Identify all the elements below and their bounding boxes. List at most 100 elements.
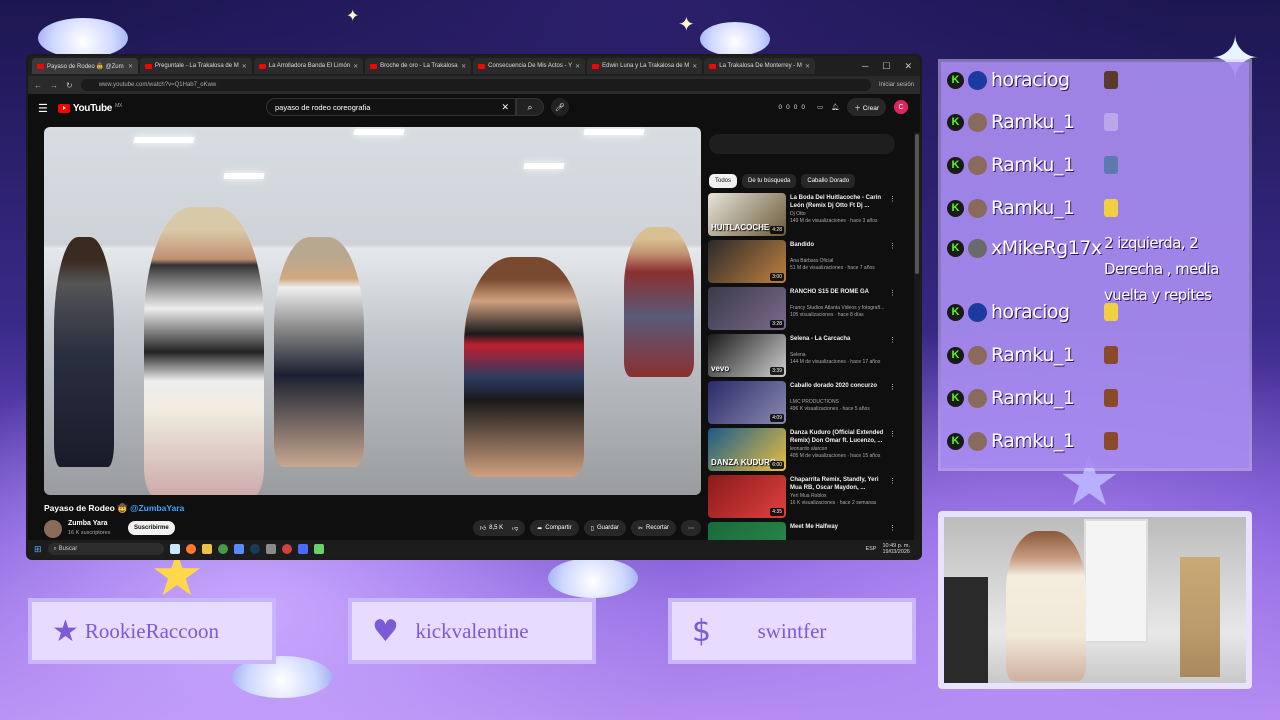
chat-username[interactable]: Ramku_1 — [991, 111, 1075, 133]
language-indicator[interactable]: ESP — [865, 546, 876, 552]
back-icon[interactable]: ← — [34, 81, 42, 90]
clip-button[interactable]: ✂ Recortar — [630, 520, 676, 536]
recommendation-channel[interactable]: Yeri Mua Roblox — [790, 493, 894, 500]
more-vert-icon[interactable]: ⋮ — [889, 195, 896, 203]
windows-start-icon[interactable]: ⊞ — [34, 544, 42, 555]
more-vert-icon[interactable]: ⋮ — [889, 383, 896, 391]
recommendation-title[interactable]: Chaparrita Remix, Standly, Yeri Mua RB, … — [790, 476, 888, 492]
close-tab-icon[interactable]: ✕ — [575, 63, 580, 70]
chat-username[interactable]: Ramku_1 — [991, 154, 1075, 176]
recommendation-channel[interactable]: Ana Bárbara Oficial — [790, 258, 894, 265]
channel-avatar[interactable] — [44, 520, 62, 538]
more-vert-icon[interactable]: ⋮ — [889, 336, 896, 344]
chrome-icon[interactable] — [281, 544, 292, 554]
recommendation-item[interactable]: vevo 3:39 Selena - La Carcacha Selena 144 M … — [708, 334, 898, 381]
url-field[interactable]: www.youtube.com/watch?v=Q1Hab7_oKww — [80, 79, 871, 91]
filter-chip[interactable]: Todos — [709, 174, 738, 188]
clock[interactable]: 10:49 p. m. 19/03/2026 — [882, 543, 910, 555]
browser-tab[interactable]: Payaso de Rodeo 🤠 @Zum ✕ — [32, 58, 138, 74]
browser-tab[interactable]: La Trakalosa De Monterrey - M ✕ — [704, 58, 815, 74]
create-button[interactable]: ＋ Crear — [847, 98, 886, 116]
close-tab-icon[interactable]: ✕ — [692, 63, 697, 70]
recommendation-item[interactable]: DANZA KUDURO 6:00 Danza Kuduro (Official E… — [708, 428, 898, 475]
more-vert-icon[interactable]: ⋮ — [889, 289, 896, 297]
more-vert-icon[interactable]: ⋮ — [889, 524, 896, 532]
minimize-icon[interactable]: ─ — [862, 61, 868, 72]
app-icon[interactable] — [169, 544, 180, 554]
search-button[interactable]: ⌕ — [516, 98, 544, 116]
recommendation-item[interactable]: 4:35 Chaparrita Remix, Standly, Yeri Mua … — [708, 475, 898, 522]
close-icon[interactable]: ✕ — [904, 61, 912, 72]
channel-name[interactable]: Zumba Yara — [68, 520, 108, 527]
mic-button[interactable]: 🎤︎ — [551, 98, 569, 116]
recommendation-item[interactable]: HUITLACOCHE 4:28 La Boda Del Huitlacoche -… — [708, 193, 898, 240]
video-thumbnail[interactable]: HUITLACOCHE 4:28 — [708, 193, 786, 236]
close-tab-icon[interactable]: ✕ — [353, 63, 358, 70]
more-button[interactable]: ⋯ — [681, 520, 701, 536]
browser-tab[interactable]: Broche de oro - La Trakalosa ✕ — [365, 58, 472, 74]
browser-tab[interactable]: Preguntale - La Trakalosa de M ✕ — [140, 58, 252, 74]
close-tab-icon[interactable]: ✕ — [242, 63, 247, 70]
video-thumbnail[interactable]: 3:28 — [708, 287, 786, 330]
more-vert-icon[interactable]: ⋮ — [889, 477, 896, 485]
steam-icon[interactable] — [249, 544, 260, 554]
browser-tab[interactable]: Consecuencia De Mis Actos - Y ✕ — [473, 58, 586, 74]
video-thumbnail[interactable]: vevo 3:39 — [708, 334, 786, 377]
recommendation-title[interactable]: RANCHO S15 DE ROME GA — [790, 288, 888, 296]
recommendation-channel[interactable]: leonardo alarcon — [790, 446, 894, 453]
more-vert-icon[interactable]: ⋮ — [889, 430, 896, 438]
close-tab-icon[interactable]: ✕ — [128, 63, 133, 70]
close-tab-icon[interactable]: ✕ — [461, 63, 466, 70]
save-button[interactable]: ▯ Guardar — [583, 520, 626, 536]
folder-icon[interactable] — [201, 544, 212, 554]
app-icon[interactable] — [297, 544, 308, 554]
recommendation-item[interactable]: 3:00 Bandido Ana Bárbara Oficial 51 M de vi… — [708, 240, 898, 287]
video-title-handle[interactable]: @ZumbaYara — [130, 503, 184, 513]
share-button[interactable]: ➦ Compartir — [530, 520, 579, 536]
clear-icon[interactable]: ✕ — [501, 102, 509, 113]
video-player[interactable] — [44, 127, 701, 495]
chat-username[interactable]: xMikeRg17x — [991, 237, 1102, 259]
chat-username[interactable]: horaciog — [991, 69, 1070, 91]
recommendation-title[interactable]: Selena - La Carcacha — [790, 335, 888, 343]
thumb-down-icon[interactable]: 👎︎ — [512, 524, 518, 532]
recommendation-item[interactable]: 4:09 Caballo dorado 2020 concurzo LMC PROD… — [708, 381, 898, 428]
firefox-icon[interactable] — [185, 544, 196, 554]
maximize-icon[interactable]: ☐ — [882, 61, 890, 72]
recommendation-channel[interactable]: Selena — [790, 352, 894, 359]
filter-chip[interactable]: De tu búsqueda — [742, 174, 797, 188]
avatar[interactable]: C — [894, 100, 908, 114]
recommendation-channel[interactable]: LMC PRODUCTIONS — [790, 399, 894, 406]
reload-icon[interactable]: ↻ — [66, 81, 73, 90]
filter-chip[interactable]: Caballo Dorado — [801, 174, 856, 188]
recommendation-title[interactable]: Danza Kuduro (Official Extended Remix) D… — [790, 429, 888, 445]
recommendation-title[interactable]: Caballo dorado 2020 concurzo — [790, 382, 888, 390]
chat-username[interactable]: horaciog — [991, 301, 1070, 323]
recommendation-channel[interactable]: Francy Studios Atlanta Videos y fotograf… — [790, 305, 894, 312]
browser-tab[interactable]: Edwin Luna y La Trakalosa de M ✕ — [587, 58, 703, 74]
signin-label[interactable]: Iniciar sesión — [879, 82, 914, 88]
search-input[interactable]: payaso de rodeo coreografia ✕ — [266, 98, 516, 116]
chat-username[interactable]: Ramku_1 — [991, 430, 1075, 452]
chat-username[interactable]: Ramku_1 — [991, 197, 1075, 219]
close-tab-icon[interactable]: ✕ — [805, 63, 810, 70]
video-thumbnail[interactable]: 3:00 — [708, 240, 786, 283]
like-button[interactable]: 👍︎ 8,5 K 👎︎ — [472, 520, 526, 536]
recommendation-title[interactable]: Meet Me Halfway — [790, 523, 888, 531]
chat-username[interactable]: Ramku_1 — [991, 344, 1075, 366]
chrome-icon[interactable] — [217, 544, 228, 554]
more-vert-icon[interactable]: ⋮ — [889, 242, 896, 250]
app-icon[interactable] — [313, 544, 324, 554]
menu-icon[interactable]: ☰ — [38, 102, 48, 115]
app-icon[interactable] — [233, 544, 244, 554]
recommendation-item[interactable]: 3:28 RANCHO S15 DE ROME GA Francy Studios … — [708, 287, 898, 334]
video-thumbnail[interactable]: 4:35 — [708, 475, 786, 518]
subscribe-button[interactable]: Suscribirme — [128, 521, 175, 535]
recommendation-title[interactable]: Bandido — [790, 241, 888, 249]
scrollbar[interactable] — [914, 132, 920, 558]
youtube-logo[interactable]: YouTube MX — [57, 103, 122, 114]
recommendation-title[interactable]: La Boda Del Huitlacoche - Carin León (Re… — [790, 194, 888, 210]
taskbar-search[interactable]: ⌕ Buscar — [47, 543, 164, 555]
recommendation-channel[interactable]: Dj Otto — [790, 211, 894, 218]
cast-icon[interactable]: ▭ — [817, 103, 823, 111]
